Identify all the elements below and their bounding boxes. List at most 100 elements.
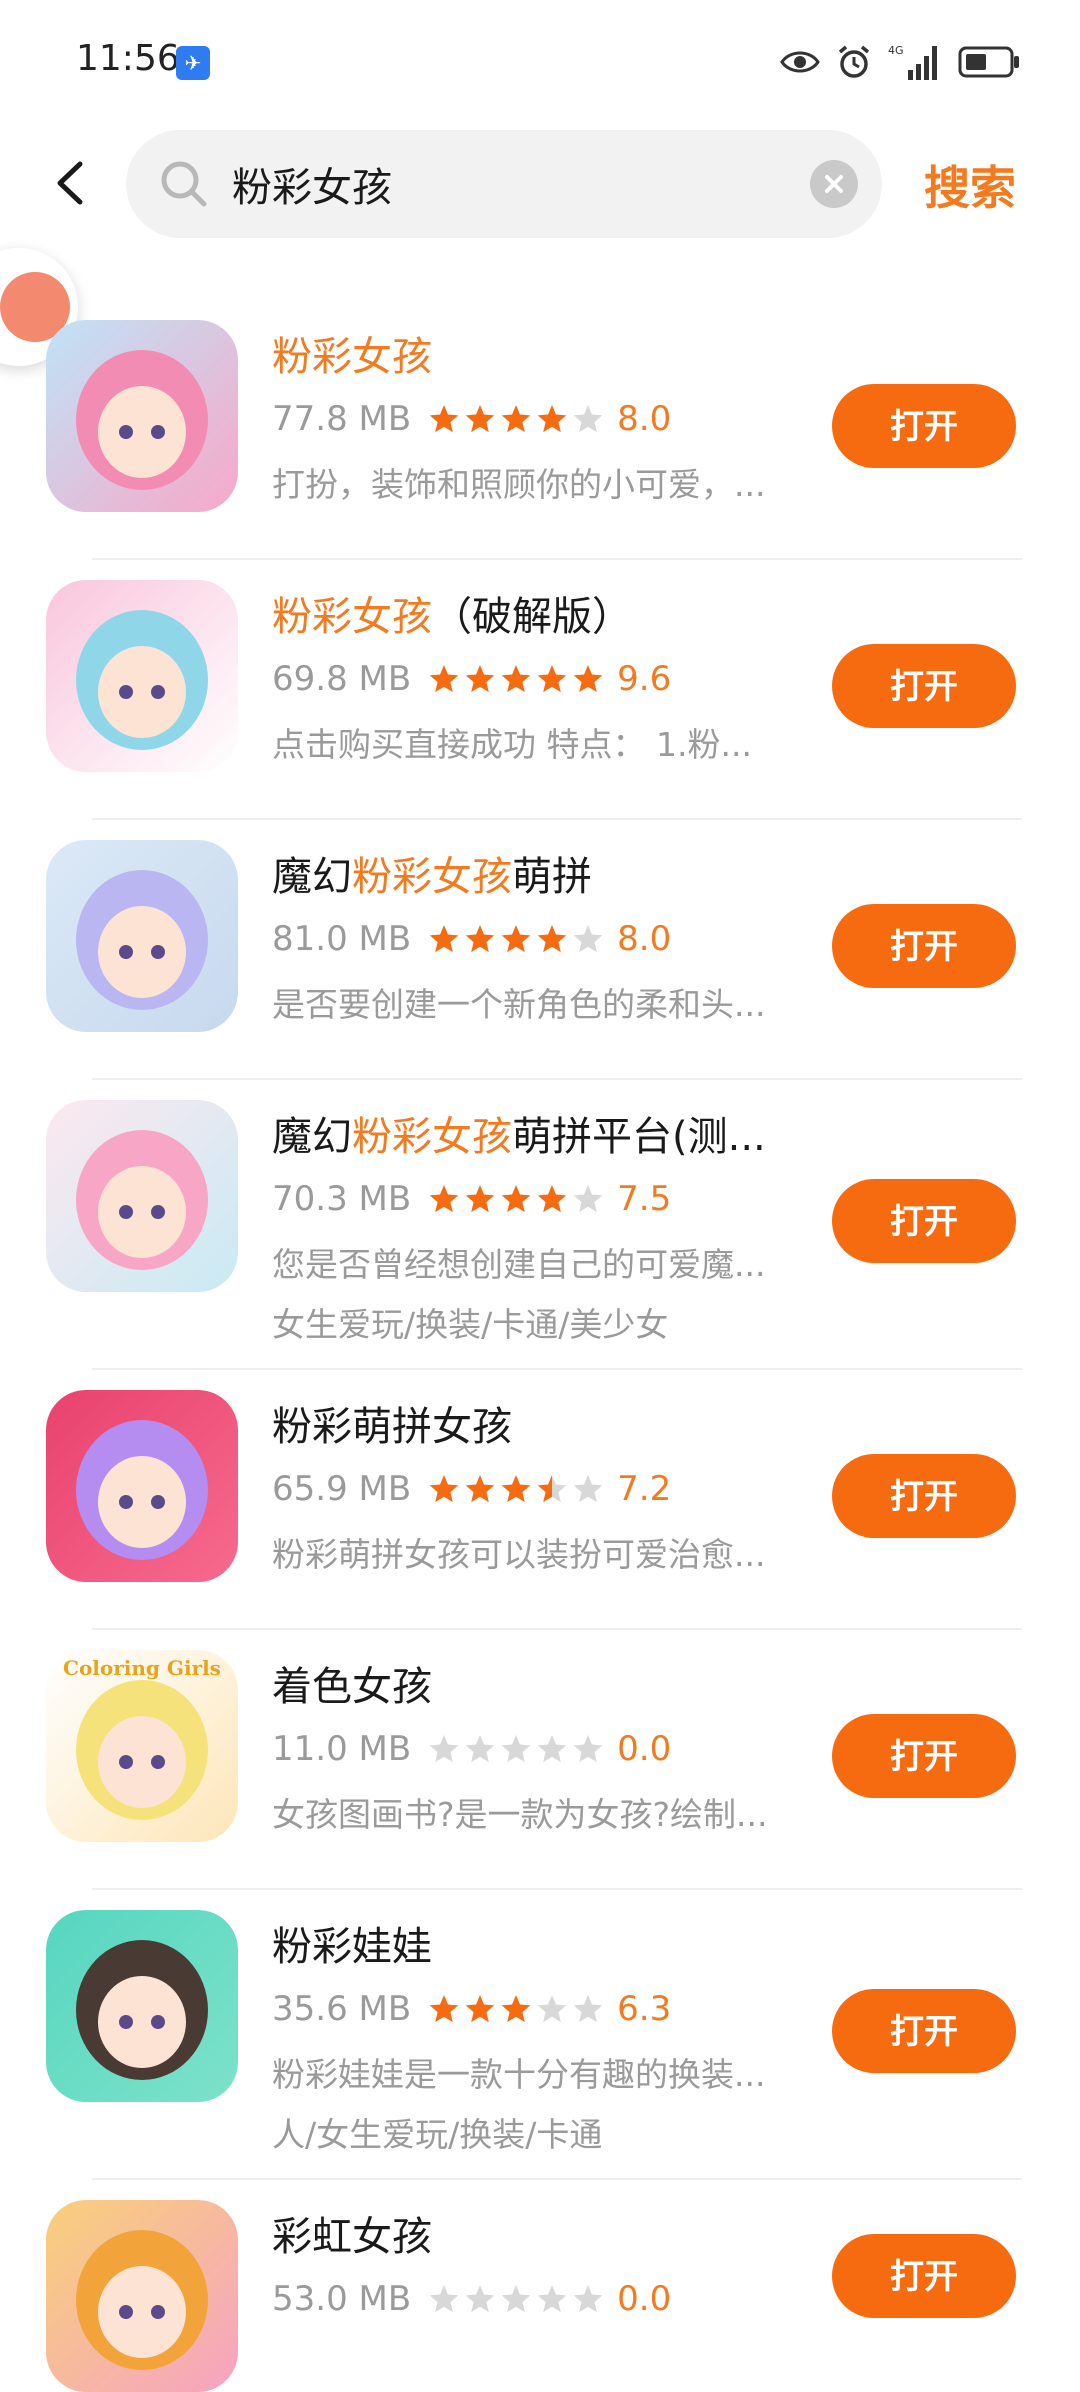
status-time: 11:56	[76, 38, 180, 79]
open-button[interactable]: 打开	[832, 1989, 1016, 2073]
list-item[interactable]: 彩虹女孩 53.0 MB 0.0 打开	[0, 2180, 1080, 2392]
app-title-highlight: 粉彩女孩	[352, 1114, 512, 1160]
list-item[interactable]: 魔幻粉彩女孩萌拼 81.0 MB 8.0 是否要创建一个新角色的柔和头... 打开	[0, 820, 1080, 1080]
search-button[interactable]: 搜索	[924, 152, 1016, 218]
star-icon	[537, 1735, 567, 1763]
app-title[interactable]: 着色女孩	[272, 1654, 792, 1712]
star-icon	[573, 405, 603, 433]
app-size: 81.0 MB	[272, 919, 412, 959]
open-button[interactable]: 打开	[832, 2234, 1016, 2318]
app-rating: 7.2	[617, 1469, 672, 1509]
list-item[interactable]: 粉彩女孩（破解版） 69.8 MB 9.6 点击购买直接成功 特点： 1.粉... 打开	[0, 560, 1080, 820]
rating-stars	[427, 2282, 605, 2316]
app-size: 70.3 MB	[272, 1179, 412, 1219]
open-button[interactable]: 打开	[832, 904, 1016, 988]
app-meta: 65.9 MB 7.2	[272, 1466, 671, 1512]
app-title[interactable]: 粉彩女孩	[272, 324, 792, 382]
app-meta: 70.3 MB 7.5	[272, 1176, 671, 1222]
star-icon	[573, 925, 603, 953]
app-title[interactable]: 魔幻粉彩女孩萌拼	[272, 844, 792, 902]
app-title[interactable]: 粉彩娃娃	[272, 1914, 792, 1972]
star-icon	[501, 1735, 531, 1763]
app-rating: 0.0	[617, 1729, 672, 1769]
back-button[interactable]	[44, 156, 98, 210]
coloring-girls-app-icon[interactable]: Coloring Girls	[46, 1650, 238, 1842]
star-icon	[465, 2285, 495, 2313]
app-title[interactable]: 粉彩女孩（破解版）	[272, 584, 792, 642]
icon-logo-text: Coloring Girls	[63, 1656, 221, 1680]
pastel-hair-girl-app-icon[interactable]	[46, 580, 238, 772]
star-icon	[573, 1475, 603, 1503]
eye-icon	[780, 51, 820, 73]
rainbow-hair-girl-app-icon[interactable]	[46, 1100, 238, 1292]
app-title[interactable]: 魔幻粉彩女孩萌拼平台(测...	[272, 1104, 792, 1162]
open-button[interactable]: 打开	[832, 1179, 1016, 1263]
pink-girl-app-icon[interactable]	[46, 320, 238, 512]
app-description: 女孩图画书?是一款为女孩?绘制...	[272, 1795, 768, 1834]
star-icon	[429, 1995, 459, 2023]
search-box[interactable]	[126, 130, 882, 238]
star-icon	[465, 925, 495, 953]
open-button[interactable]: 打开	[832, 1714, 1016, 1798]
app-meta: 69.8 MB 9.6	[272, 656, 671, 702]
app-title-prefix: 粉彩萌拼女孩	[272, 1404, 512, 1450]
status-icons: 4G	[780, 40, 1020, 84]
app-size: 35.6 MB	[272, 1989, 412, 2029]
list-item[interactable]: Coloring Girls 着色女孩 11.0 MB 0.0 女孩图画书?是一款为女孩…	[0, 1630, 1080, 1890]
app-rating: 0.0	[617, 2279, 672, 2319]
clear-search-button[interactable]	[810, 160, 858, 208]
star-icon	[573, 665, 603, 693]
app-title[interactable]: 彩虹女孩	[272, 2204, 792, 2262]
doll-app-icon[interactable]	[46, 1910, 238, 2102]
rainbow-girl-app-icon[interactable]	[46, 2200, 238, 2392]
character-illustration	[76, 1420, 208, 1560]
app-title-suffix: 萌拼平台(测...	[512, 1114, 766, 1160]
list-item[interactable]: 粉彩萌拼女孩 65.9 MB 7.2 粉彩萌拼女孩可以装扮可爱治愈... 打开	[0, 1370, 1080, 1630]
app-meta: 35.6 MB 6.3	[272, 1986, 671, 2032]
app-description: 打扮，装饰和照顾你的小可爱，...	[272, 465, 766, 504]
list-item[interactable]: 魔幻粉彩女孩萌拼平台(测... 70.3 MB 7.5 您是否曾经想创建自己的可爱魔.…	[0, 1080, 1080, 1370]
star-icon	[537, 925, 567, 953]
app-meta: 81.0 MB 8.0	[272, 916, 671, 962]
star-icon	[465, 1995, 495, 2023]
star-icon	[429, 2285, 459, 2313]
app-meta: 77.8 MB 8.0	[272, 396, 671, 442]
app-rating: 9.6	[617, 659, 672, 699]
rating-stars	[427, 402, 605, 436]
star-icon	[429, 665, 459, 693]
character-illustration	[76, 870, 208, 1010]
app-meta: 11.0 MB 0.0	[272, 1726, 671, 1772]
rating-stars	[427, 1472, 605, 1506]
open-button[interactable]: 打开	[832, 384, 1016, 468]
cat-ear-girl-app-icon[interactable]	[46, 1390, 238, 1582]
app-title-prefix: 魔幻	[272, 1114, 352, 1160]
battery-icon	[958, 46, 1019, 78]
star-icon	[465, 1185, 495, 1213]
app-size: 53.0 MB	[272, 2279, 412, 2319]
star-icon	[573, 1735, 603, 1763]
search-icon	[161, 161, 207, 207]
star-icon	[501, 925, 531, 953]
star-icon	[429, 405, 459, 433]
star-icon	[573, 1995, 603, 2023]
app-size: 65.9 MB	[272, 1469, 412, 1509]
open-button[interactable]: 打开	[832, 1454, 1016, 1538]
list-item[interactable]: 粉彩女孩 77.8 MB 8.0 打扮，装饰和照顾你的小可爱，... 打开	[0, 300, 1080, 560]
star-icon	[537, 405, 567, 433]
character-illustration	[76, 2230, 208, 2370]
app-title-suffix: （破解版）	[432, 594, 632, 640]
app-size: 11.0 MB	[272, 1729, 412, 1769]
list-item[interactable]: 粉彩娃娃 35.6 MB 6.3 粉彩娃娃是一款十分有趣的换装... 人/女生爱玩/换装…	[0, 1890, 1080, 2180]
character-illustration	[76, 1130, 208, 1270]
app-title[interactable]: 粉彩萌拼女孩	[272, 1394, 792, 1452]
app-description: 点击购买直接成功 特点： 1.粉...	[272, 725, 752, 764]
app-meta: 53.0 MB 0.0	[272, 2276, 671, 2322]
star-icon	[429, 1735, 459, 1763]
search-input[interactable]	[232, 130, 792, 238]
star-icon	[465, 1735, 495, 1763]
star-icon	[465, 665, 495, 693]
magic-girl-app-icon[interactable]	[46, 840, 238, 1032]
open-button[interactable]: 打开	[832, 644, 1016, 728]
character-illustration	[76, 1940, 208, 2080]
star-icon	[537, 2285, 567, 2313]
